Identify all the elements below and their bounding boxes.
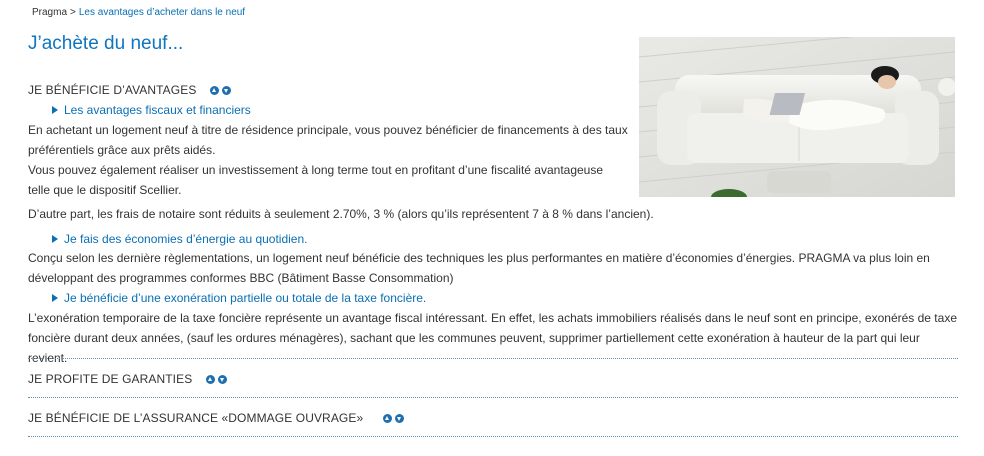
breadcrumb-current-link[interactable]: Les avantages d’acheter dans le neuf xyxy=(79,7,245,18)
expand-down-icon[interactable] xyxy=(221,86,231,96)
play-triangle-icon xyxy=(52,106,58,114)
section-title: JE BÉNÉFICIE DE L’ASSURANCE «DOMMAGE OUV… xyxy=(28,411,364,425)
page-title: J’achète du neuf... xyxy=(28,33,184,54)
expand-up-icon[interactable] xyxy=(205,375,215,385)
play-triangle-icon xyxy=(52,294,58,302)
link-exoneration-taxe[interactable]: Je bénéficie d’une exonération partielle… xyxy=(52,291,426,305)
section-header-avantages[interactable]: JE BÉNÉFICIE D’AVANTAGES xyxy=(28,83,231,97)
section-title: JE PROFITE DE GARANTIES xyxy=(28,372,193,386)
link-label: Je fais des économies d’énergie au quoti… xyxy=(64,232,308,246)
section-title: JE BÉNÉFICIE D’AVANTAGES xyxy=(28,83,197,97)
divider xyxy=(28,397,958,398)
link-label: Les avantages fiscaux et financiers xyxy=(64,103,251,117)
breadcrumb-separator: > xyxy=(70,7,76,18)
paragraph: Vous pouvez également réaliser un invest… xyxy=(28,163,604,197)
breadcrumb-home-link[interactable]: Pragma xyxy=(32,7,67,18)
expand-up-icon[interactable] xyxy=(382,414,392,424)
hero-photo xyxy=(639,37,955,197)
link-label: Je bénéficie d’une exonération partielle… xyxy=(64,291,427,305)
expand-down-icon[interactable] xyxy=(217,375,227,385)
divider xyxy=(28,358,958,359)
paragraph: En achetant un logement neuf à titre de … xyxy=(28,123,628,157)
play-triangle-icon xyxy=(52,235,58,243)
paragraph: Conçu selon les dernière règlementations… xyxy=(28,251,930,285)
link-avantages-fiscaux[interactable]: Les avantages fiscaux et financiers xyxy=(52,103,251,117)
section-header-assurance[interactable]: JE BÉNÉFICIE DE L’ASSURANCE «DOMMAGE OUV… xyxy=(28,411,404,425)
expand-up-icon[interactable] xyxy=(209,86,219,96)
expand-down-icon[interactable] xyxy=(394,414,404,424)
section-header-garanties[interactable]: JE PROFITE DE GARANTIES xyxy=(28,372,227,386)
link-economies-energie[interactable]: Je fais des économies d’énergie au quoti… xyxy=(52,232,308,246)
paragraph: L’exonération temporaire de la taxe fonc… xyxy=(28,311,957,365)
breadcrumb: Pragma > Les avantages d’acheter dans le n… xyxy=(32,7,245,18)
divider xyxy=(28,436,958,437)
paragraph: D’autre part, les frais de notaire sont … xyxy=(28,207,654,221)
